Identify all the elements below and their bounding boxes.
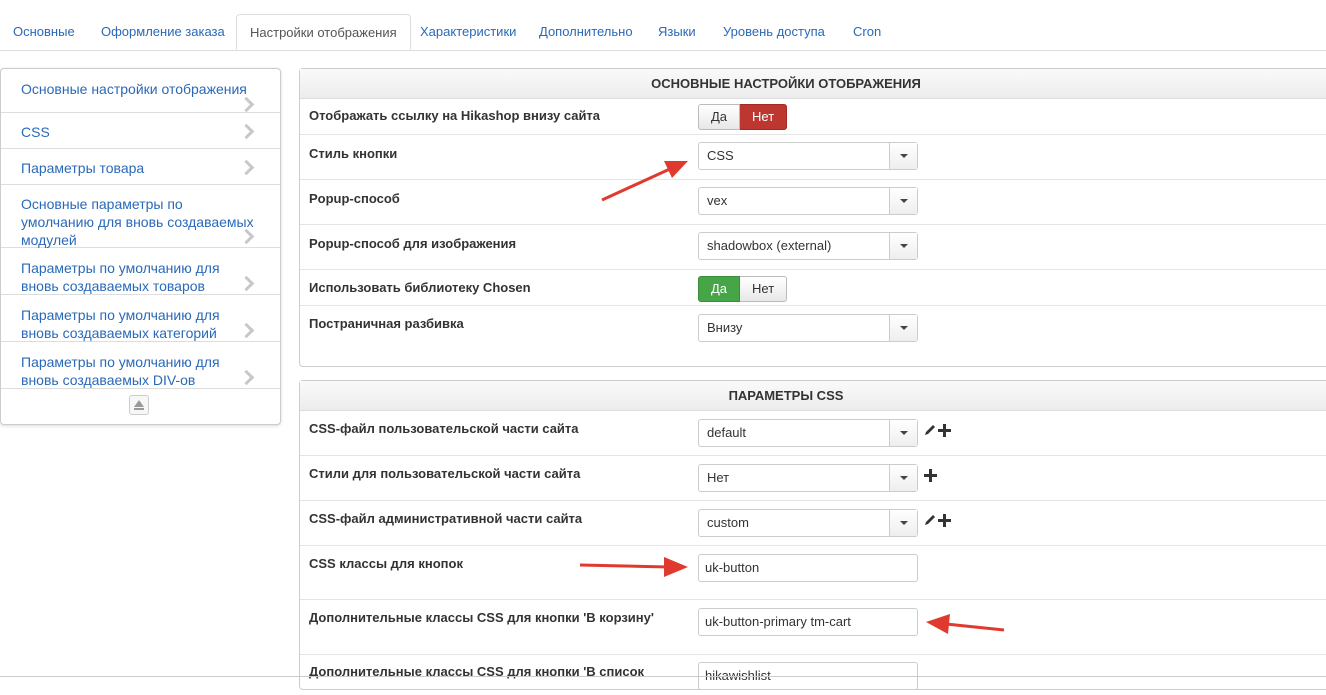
setting-row-wishlist-classes: Дополнительные классы CSS для кнопки 'В … — [300, 655, 1326, 695]
tab-characteristics[interactable]: Характеристики — [407, 14, 529, 49]
chevron-right-icon — [238, 96, 255, 113]
backend-css-select[interactable]: custom — [698, 509, 918, 537]
chevron-down-icon — [889, 233, 917, 259]
panel-title: ОСНОВНЫЕ НАСТРОЙКИ ОТОБРАЖЕНИЯ — [300, 69, 1326, 99]
tab-cron[interactable]: Cron — [840, 14, 894, 49]
chevron-down-icon — [889, 510, 917, 536]
popup-image-select[interactable]: shadowbox (external) — [698, 232, 918, 260]
tab-display-settings[interactable]: Настройки отображения — [236, 14, 411, 50]
tab-basic[interactable]: Основные — [0, 14, 88, 49]
sidebar-item-label: Основные настройки отображения — [21, 81, 247, 97]
setting-label: Стиль кнопки — [309, 146, 398, 161]
pencil-icon[interactable] — [923, 423, 937, 437]
frontend-css-select[interactable]: default — [698, 419, 918, 447]
setting-row-pagination: Постраничная разбивка Внизу — [300, 306, 1326, 366]
sidebar-item-div-defaults[interactable]: Параметры по умолчанию для вновь создава… — [1, 342, 280, 389]
setting-label: Дополнительные классы CSS для кнопки 'В … — [309, 610, 654, 625]
sidebar-item-label: CSS — [21, 124, 50, 140]
button-classes-input[interactable]: uk-button — [698, 554, 918, 582]
css-settings-panel: ПАРАМЕТРЫ CSS CSS-файл пользовательской … — [299, 380, 1326, 690]
chevron-down-icon — [889, 143, 917, 169]
tab-access-level[interactable]: Уровень доступа — [710, 14, 838, 49]
sidebar-nav: Основные настройки отображения CSS Парам… — [0, 68, 281, 425]
sidebar-item-product-defaults[interactable]: Параметры по умолчанию для вновь создава… — [1, 248, 280, 295]
setting-row-button-style: Стиль кнопки CSS — [300, 135, 1326, 180]
plus-icon[interactable] — [938, 424, 951, 437]
yes-button[interactable]: Да — [698, 276, 741, 302]
setting-label: Отображать ссылку на Hikashop внизу сайт… — [309, 108, 601, 123]
chevron-down-icon — [889, 188, 917, 214]
setting-row-backend-css: CSS-файл административной части сайта cu… — [300, 501, 1326, 546]
collapse-sidebar-button[interactable] — [129, 395, 149, 415]
display-settings-panel: ОСНОВНЫЕ НАСТРОЙКИ ОТОБРАЖЕНИЯ Отображат… — [299, 68, 1326, 367]
setting-row-popup: Popup-способ vex — [300, 180, 1326, 225]
pencil-icon[interactable] — [923, 513, 937, 527]
setting-row-frontend-css: CSS-файл пользовательской части сайта de… — [300, 411, 1326, 456]
setting-row-cart-classes: Дополнительные классы CSS для кнопки 'В … — [300, 600, 1326, 655]
popup-select[interactable]: vex — [698, 187, 918, 215]
button-style-select[interactable]: CSS — [698, 142, 918, 170]
setting-row-popup-image: Popup-способ для изображения shadowbox (… — [300, 225, 1326, 270]
sidebar-item-product-params[interactable]: Параметры товара — [1, 149, 280, 185]
sidebar-item-label: Основные параметры по умолчанию для внов… — [21, 196, 254, 248]
setting-row-chosen: Использовать библиотеку Chosen Да Нет — [300, 270, 1326, 306]
setting-label: Стили для пользовательской части сайта — [309, 466, 581, 481]
chevron-down-icon — [889, 315, 917, 341]
chosen-toggle: Да Нет — [698, 276, 788, 302]
tab-advanced[interactable]: Дополнительно — [526, 14, 646, 49]
setting-row-button-classes: CSS классы для кнопок uk-button — [300, 546, 1326, 600]
panel-title: ПАРАМЕТРЫ CSS — [300, 381, 1326, 411]
plus-icon[interactable] — [924, 469, 937, 482]
setting-label: Popup-способ — [309, 191, 400, 206]
tab-languages[interactable]: Языки — [645, 14, 709, 49]
setting-label: CSS-файл административной части сайта — [309, 511, 583, 526]
eject-icon — [134, 400, 144, 407]
sidebar-item-module-defaults[interactable]: Основные параметры по умолчанию для внов… — [1, 185, 280, 248]
page-bottom-border — [0, 676, 1326, 677]
frontend-styles-select[interactable]: Нет — [698, 464, 918, 492]
tab-checkout[interactable]: Оформление заказа — [88, 14, 238, 49]
setting-label: CSS классы для кнопок — [309, 556, 463, 571]
setting-label: Popup-способ для изображения — [309, 236, 517, 251]
sidebar-item-label: Параметры товара — [21, 160, 145, 176]
setting-label: Постраничная разбивка — [309, 316, 464, 331]
sidebar-item-display-basic[interactable]: Основные настройки отображения — [1, 69, 280, 113]
setting-label: Использовать библиотеку Chosen — [309, 280, 531, 295]
setting-row-frontend-styles: Стили для пользовательской части сайта Н… — [300, 456, 1326, 501]
sidebar-item-label: Параметры по умолчанию для вновь создава… — [21, 354, 220, 388]
chevron-down-icon — [889, 420, 917, 446]
chevron-down-icon — [889, 465, 917, 491]
setting-label: CSS-файл пользовательской части сайта — [309, 421, 579, 436]
sidebar-item-category-defaults[interactable]: Параметры по умолчанию для вновь создава… — [1, 295, 280, 342]
cart-classes-input[interactable]: uk-button-primary tm-cart — [698, 608, 918, 636]
sidebar-item-label: Параметры по умолчанию для вновь создава… — [21, 260, 220, 294]
plus-icon[interactable] — [938, 514, 951, 527]
pagination-select[interactable]: Внизу — [698, 314, 918, 342]
yes-button[interactable]: Да — [698, 104, 741, 130]
sidebar-item-label: Параметры по умолчанию для вновь создава… — [21, 307, 220, 341]
tab-bar: Основные Оформление заказа Настройки ото… — [0, 0, 1326, 51]
sidebar-item-css[interactable]: CSS — [1, 113, 280, 149]
setting-row-footer-link: Отображать ссылку на Hikashop внизу сайт… — [300, 99, 1326, 135]
footer-link-toggle: Да Нет — [698, 104, 788, 130]
no-button[interactable]: Нет — [740, 104, 788, 130]
no-button[interactable]: Нет — [740, 276, 788, 302]
